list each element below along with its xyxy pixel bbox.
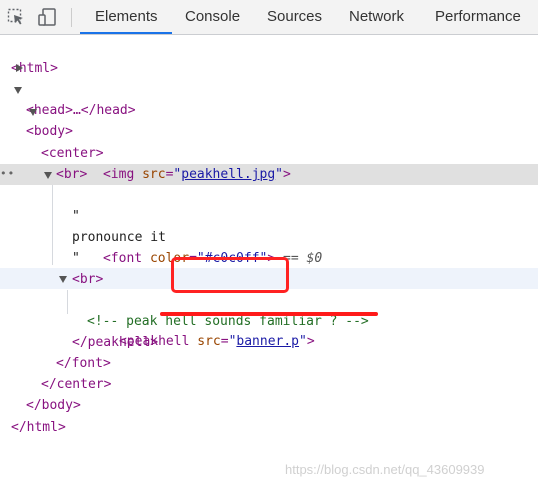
node-body-close[interactable]: </body> <box>0 374 538 413</box>
active-tab-indicator <box>80 32 172 34</box>
collapse-arrow-icon[interactable] <box>14 87 22 94</box>
node-comment[interactable]: <!-- peak hell sounds familiar ? --> <box>0 290 538 329</box>
text-node-content[interactable]: pronounce it <box>0 206 538 245</box>
node-font-close[interactable]: </font> <box>0 332 538 371</box>
tab-network[interactable]: Network <box>349 0 404 34</box>
underline-annotation <box>160 312 378 316</box>
node-center-open[interactable]: <center> <box>0 101 538 161</box>
devtools-toolbar: Elements Console Sources Network Perform… <box>0 0 538 35</box>
tab-elements[interactable]: Elements <box>95 0 158 34</box>
node-html-open[interactable]: <html> <box>0 37 538 76</box>
node-head[interactable]: <head>…</head> <box>0 58 538 118</box>
text-node-quote-close[interactable]: " <box>0 227 538 266</box>
inspect-element-icon[interactable] <box>7 8 25 26</box>
device-toolbar-icon[interactable] <box>38 8 56 26</box>
node-center-close[interactable]: </center> <box>0 353 538 392</box>
text-node-quote-open[interactable]: " <box>0 185 538 224</box>
tab-console[interactable]: Console <box>185 0 240 34</box>
node-br[interactable]: <br> <box>0 143 538 182</box>
collapse-arrow-icon[interactable] <box>29 109 37 116</box>
collapse-arrow-icon[interactable] <box>59 276 67 283</box>
node-img[interactable]: <img src="peakhell.jpg"> <box>0 122 538 182</box>
expand-arrow-icon[interactable] <box>16 64 23 72</box>
node-body-open[interactable]: <body> <box>0 79 538 139</box>
tab-sources[interactable]: Sources <box>267 0 322 34</box>
watermark: https://blog.csdn.net/qq_43609939 <box>285 462 485 477</box>
highlight-box-annotation <box>171 257 289 293</box>
node-html-close[interactable]: </html> <box>0 396 538 435</box>
tab-performance[interactable]: Performance <box>435 0 521 34</box>
toolbar-divider <box>71 8 72 27</box>
node-font-open[interactable]: •• <font color="#c0c0ff"> == $0 <box>0 163 538 266</box>
more-options-icon[interactable]: •• <box>0 163 15 184</box>
collapse-arrow-icon[interactable] <box>44 172 52 179</box>
